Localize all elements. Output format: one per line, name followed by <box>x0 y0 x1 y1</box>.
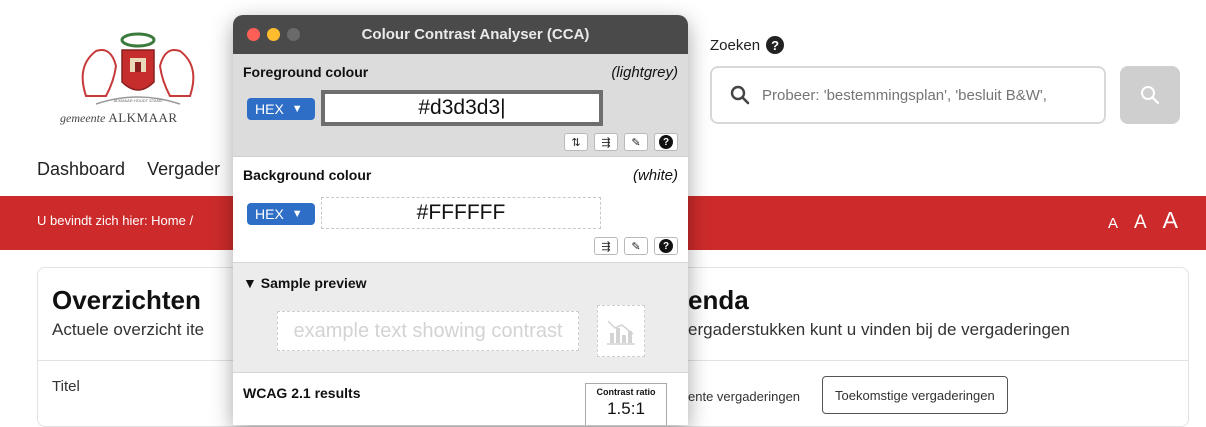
background-hex-input[interactable]: #FFFFFF <box>321 197 601 229</box>
tab-recent-meetings[interactable]: ente vergaderingen <box>688 389 800 404</box>
overzichten-subtitle: Actuele overzicht ite <box>52 320 205 339</box>
background-format-label: HEX <box>255 206 284 222</box>
foreground-hex-input[interactable]: #d3d3d3 | <box>321 90 603 126</box>
font-size-small-button[interactable]: A <box>1108 215 1118 232</box>
background-tools: ⇶ ✎ ? <box>594 237 678 255</box>
contrast-ratio-label: Contrast ratio <box>596 387 656 397</box>
search-input[interactable] <box>760 85 1094 105</box>
help-button[interactable]: ? <box>654 133 678 151</box>
search-label: Zoeken ? <box>710 36 785 54</box>
search-label-text: Zoeken <box>710 36 761 54</box>
foreground-colour-name: (lightgrey) <box>611 64 678 81</box>
chevron-down-icon: ▼ <box>291 208 303 220</box>
main-nav: Dashboard Vergader <box>37 159 220 180</box>
foreground-section: Foreground colour (lightgrey) HEX ▼ #d3d… <box>233 54 688 156</box>
font-size-large-button[interactable]: A <box>1163 207 1178 234</box>
background-section: Background colour (white) HEX ▼ #FFFFFF … <box>233 156 688 263</box>
window-title: Colour Contrast Analyser (CCA) <box>361 26 590 43</box>
foreground-hex-value: #d3d3d3 <box>418 96 501 119</box>
wcag-results-title: WCAG 2.1 results <box>243 385 361 401</box>
sample-preview-text: example text showing contrast <box>277 311 579 351</box>
foreground-format-label: HEX <box>255 101 284 117</box>
chevron-down-icon: ▼ <box>291 103 303 115</box>
eyedropper-icon[interactable]: ✎ <box>624 133 648 151</box>
help-icon: ? <box>659 239 673 253</box>
font-size-controls: A A A <box>1108 207 1178 234</box>
adjust-sliders-icon[interactable]: ⇶ <box>594 133 618 151</box>
background-colour-name: (white) <box>632 167 678 184</box>
tab-future-meetings[interactable]: Toekomstige vergaderingen <box>822 376 1008 414</box>
background-hex-value: #FFFFFF <box>416 201 506 224</box>
agenda-heading: enda <box>688 285 749 315</box>
nav-item-vergaderingen[interactable]: Vergader <box>147 159 220 180</box>
foreground-tools: ⇅ ⇶ ✎ ? <box>564 133 678 151</box>
sample-preview-section: ▼ Sample preview example text showing co… <box>233 262 688 373</box>
logo-prefix: gemeente <box>60 111 106 125</box>
adjust-sliders-icon[interactable]: ⇶ <box>594 237 618 255</box>
swap-colours-icon[interactable]: ⇅ <box>564 133 588 151</box>
chart-preview-icon <box>597 305 645 357</box>
window-titlebar[interactable]: Colour Contrast Analyser (CCA) <box>233 15 688 54</box>
font-size-medium-button[interactable]: A <box>1134 212 1147 234</box>
search-field[interactable] <box>710 66 1106 124</box>
bar-chart-icon <box>607 320 635 345</box>
logo-wordmark: gemeente ALKMAAR <box>60 110 178 126</box>
coat-of-arms-icon: ALKMAAR HOUDT STAND <box>81 32 195 105</box>
maximize-window-button[interactable] <box>287 28 300 41</box>
minimize-window-button[interactable] <box>267 28 280 41</box>
alkmaar-logo[interactable]: ALKMAAR HOUDT STAND gemeente ALKMAAR <box>56 26 226 146</box>
help-icon: ? <box>659 135 673 149</box>
breadcrumb[interactable]: U bevindt zich hier: Home / <box>37 213 193 228</box>
overzichten-heading: Overzichten <box>52 285 201 315</box>
help-icon[interactable]: ? <box>766 36 785 54</box>
search-icon <box>730 85 750 105</box>
column-header-titel: Titel <box>52 378 80 395</box>
close-window-button[interactable] <box>247 28 260 41</box>
cca-window: Colour Contrast Analyser (CCA) Foregroun… <box>233 15 688 425</box>
svg-text:ALKMAAR HOUDT STAND: ALKMAAR HOUDT STAND <box>114 98 163 103</box>
wcag-results-section: WCAG 2.1 results Contrast ratio 1.5:1 <box>233 372 688 425</box>
search-button[interactable] <box>1120 66 1180 124</box>
background-title: Background colour <box>243 167 372 183</box>
contrast-ratio-box: Contrast ratio 1.5:1 <box>585 383 667 425</box>
help-button[interactable]: ? <box>654 237 678 255</box>
search-icon <box>1141 86 1160 105</box>
agenda-subtitle: ergaderstukken kunt u vinden bij de verg… <box>688 320 1070 339</box>
foreground-title: Foreground colour <box>243 64 369 80</box>
sample-preview-toggle[interactable]: ▼ Sample preview <box>243 275 367 291</box>
contrast-ratio-value: 1.5:1 <box>607 399 645 418</box>
foreground-format-select[interactable]: HEX ▼ <box>247 98 315 120</box>
nav-item-dashboard[interactable]: Dashboard <box>37 159 125 180</box>
logo-name: ALKMAAR <box>108 110 178 125</box>
eyedropper-icon[interactable]: ✎ <box>624 237 648 255</box>
background-format-select[interactable]: HEX ▼ <box>247 203 315 225</box>
